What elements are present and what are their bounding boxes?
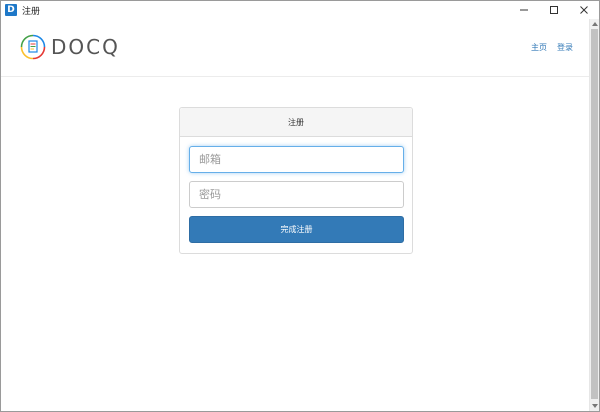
scroll-up-icon[interactable] [590,19,599,29]
nav-links: 主页 登录 [531,42,573,53]
docq-logo-icon [20,34,46,60]
minimize-button[interactable] [509,1,539,19]
register-panel: 注册 完成注册 [179,107,413,254]
close-icon [580,6,588,14]
app-icon: D [5,4,17,16]
page-content: DOCQ 主页 登录 注册 完成注册 [1,19,589,411]
close-button[interactable] [569,1,599,19]
maximize-button[interactable] [539,1,569,19]
maximize-icon [550,6,558,14]
title-bar: D 注册 [1,1,599,19]
minimize-icon [520,9,528,11]
email-input[interactable] [189,146,404,173]
panel-body: 完成注册 [180,137,412,243]
scroll-down-icon[interactable] [590,401,599,411]
scrollbar-thumb[interactable] [591,29,598,399]
submit-register-button[interactable]: 完成注册 [189,216,404,243]
nav-link-home[interactable]: 主页 [531,42,547,53]
brand[interactable]: DOCQ [20,34,120,60]
vertical-scrollbar[interactable] [589,19,599,411]
panel-heading: 注册 [180,108,412,137]
navbar: DOCQ 主页 登录 [1,19,589,77]
nav-link-login[interactable]: 登录 [557,42,573,53]
brand-name: DOCQ [51,35,120,59]
window-title: 注册 [22,5,41,16]
app-window: D 注册 DOCQ 主页 登录 注册 邮箱 完成注册 [0,0,600,412]
password-input[interactable] [189,181,404,208]
window-controls [509,1,599,19]
